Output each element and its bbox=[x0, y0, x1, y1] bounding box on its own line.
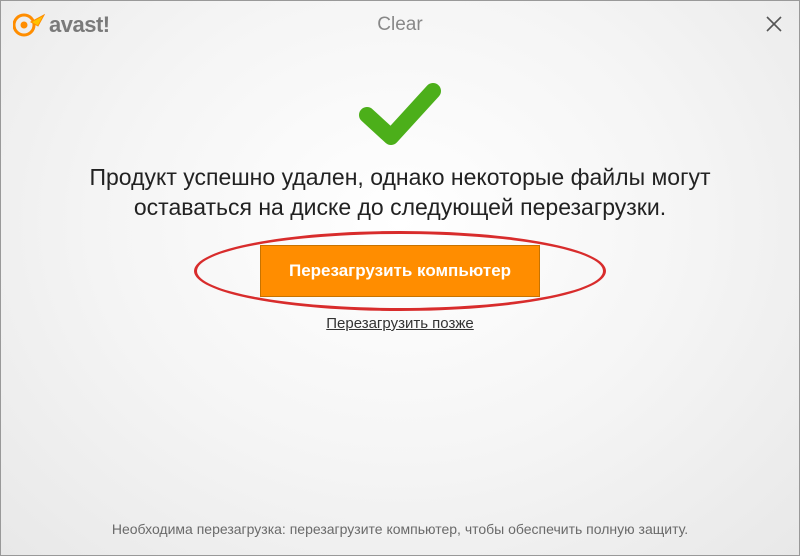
close-button[interactable] bbox=[765, 15, 783, 33]
button-container: Перезагрузить компьютер bbox=[260, 245, 540, 297]
brand-text: avast! bbox=[49, 12, 110, 38]
main-content: Продукт успешно удален, однако некоторые… bbox=[1, 49, 799, 332]
header: avast! Clear bbox=[1, 1, 799, 49]
success-check-icon bbox=[355, 79, 445, 149]
footer-text: Необходима перезагрузка: перезагрузите к… bbox=[1, 521, 799, 537]
window-title: Clear bbox=[377, 14, 422, 36]
restart-later-link[interactable]: Перезагрузить позже bbox=[326, 315, 474, 332]
status-message: Продукт успешно удален, однако некоторые… bbox=[1, 163, 799, 223]
restart-button[interactable]: Перезагрузить компьютер bbox=[260, 245, 540, 297]
brand-logo: avast! bbox=[13, 9, 110, 41]
avast-logo-icon bbox=[13, 9, 45, 41]
close-icon bbox=[765, 15, 783, 33]
